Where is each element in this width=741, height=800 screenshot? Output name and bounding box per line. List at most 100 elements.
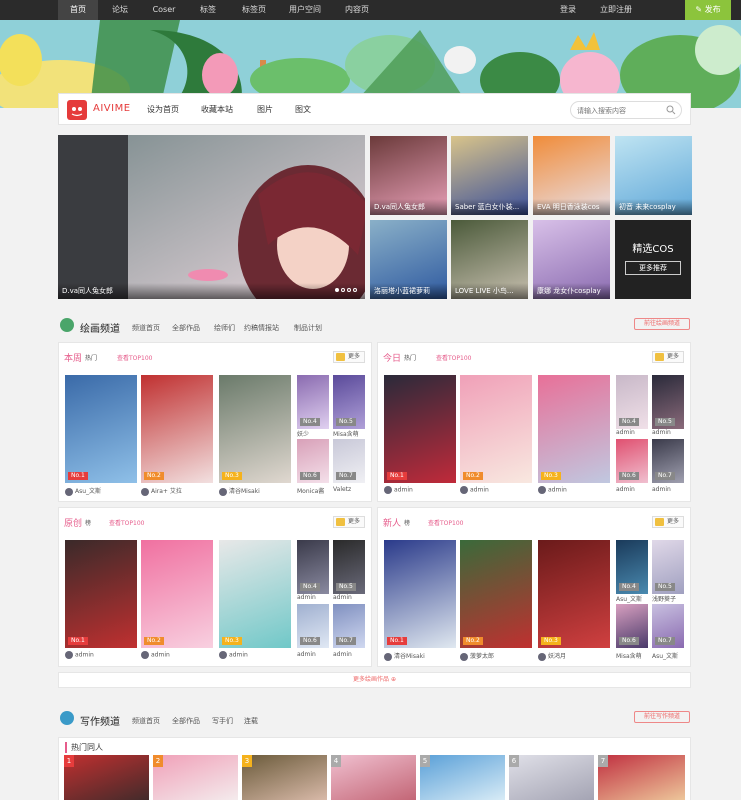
- artwork-card[interactable]: No.6: [616, 439, 648, 483]
- channel-home-link[interactable]: 频道首页: [132, 716, 160, 726]
- more-draw-works-button[interactable]: 更多绘画作品 ⊕: [58, 672, 691, 688]
- author-name[interactable]: admin: [333, 651, 352, 658]
- writing-card[interactable]: 5: [420, 755, 505, 800]
- author-name[interactable]: admin: [141, 651, 170, 659]
- image-text-link[interactable]: 图文: [295, 104, 311, 115]
- author-name[interactable]: Monica酱: [297, 486, 324, 495]
- artwork-card[interactable]: No.4: [616, 540, 648, 594]
- slide-thumb[interactable]: D.va同人兔女郎: [370, 136, 447, 215]
- logo-text[interactable]: AIVIME: [93, 103, 131, 114]
- images-link[interactable]: 图片: [257, 104, 273, 115]
- artwork-card[interactable]: No.2: [460, 540, 532, 648]
- channel-home-link[interactable]: 频道首页: [132, 323, 160, 333]
- top100-link[interactable]: 查看TOP100: [117, 353, 152, 362]
- publish-button[interactable]: ✎ 发布: [685, 0, 731, 20]
- go-draw-channel-button[interactable]: 前往绘画频道: [634, 318, 690, 330]
- artwork-card[interactable]: No.7: [652, 439, 684, 483]
- more-button[interactable]: 更多: [333, 351, 365, 363]
- author-name[interactable]: admin: [652, 429, 671, 436]
- author-name[interactable]: 清谷Misaki: [219, 486, 260, 496]
- artwork-card[interactable]: No.6: [297, 604, 329, 648]
- set-homepage-link[interactable]: 设为首页: [147, 104, 179, 115]
- artwork-card[interactable]: No.7: [652, 604, 684, 648]
- main-slide[interactable]: D.va同人兔女郎: [58, 135, 365, 299]
- artwork-card[interactable]: No.4: [297, 375, 329, 429]
- top100-link[interactable]: 查看TOP100: [109, 518, 144, 527]
- search-input[interactable]: [577, 105, 665, 116]
- artwork-card[interactable]: No.5: [333, 375, 365, 429]
- bookmark-link[interactable]: 收藏本站: [201, 104, 233, 115]
- author-name[interactable]: 清谷Misaki: [384, 651, 425, 661]
- register-link[interactable]: 立即注册: [594, 0, 638, 20]
- login-link[interactable]: 登录: [552, 0, 584, 20]
- artwork-card[interactable]: No.1: [384, 375, 456, 483]
- author-name[interactable]: 浅野葵子: [652, 594, 676, 603]
- author-name[interactable]: admin: [460, 486, 489, 494]
- author-name[interactable]: admin: [219, 651, 248, 659]
- writers-link[interactable]: 写手们: [212, 716, 233, 726]
- author-name[interactable]: admin: [65, 651, 94, 659]
- product-plan-link[interactable]: 制品计划: [294, 323, 322, 333]
- artwork-card[interactable]: No.4: [616, 375, 648, 429]
- artwork-card[interactable]: No.1: [65, 375, 137, 483]
- all-works-link[interactable]: 全部作品: [172, 716, 200, 726]
- artwork-card[interactable]: No.4: [297, 540, 329, 594]
- artwork-card[interactable]: No.1: [384, 540, 456, 648]
- artwork-card[interactable]: No.5: [652, 540, 684, 594]
- more-button[interactable]: 更多: [652, 351, 684, 363]
- artwork-card[interactable]: No.2: [141, 540, 213, 648]
- more-button[interactable]: 更多: [333, 516, 365, 528]
- nav-forum[interactable]: 论坛: [100, 0, 140, 20]
- author-name[interactable]: admin: [333, 594, 352, 601]
- author-name[interactable]: admin: [384, 486, 413, 494]
- nav-tag-page[interactable]: 标签页: [232, 0, 276, 20]
- author-name[interactable]: admin: [297, 594, 316, 601]
- slide-thumb[interactable]: 洛丽塔小蓝裙萝莉: [370, 220, 447, 299]
- artwork-card[interactable]: No.3: [538, 375, 610, 483]
- artwork-card[interactable]: No.6: [616, 604, 648, 648]
- artwork-card[interactable]: No.2: [141, 375, 213, 483]
- artwork-card[interactable]: No.7: [333, 604, 365, 648]
- slide-thumb[interactable]: Saber 蓝白女仆装...: [451, 136, 528, 215]
- author-name[interactable]: admin: [297, 651, 316, 658]
- nav-coser[interactable]: Coser: [144, 0, 184, 20]
- top100-link[interactable]: 查看TOP100: [428, 518, 463, 527]
- writing-card[interactable]: 1: [64, 755, 149, 800]
- artwork-card[interactable]: No.3: [538, 540, 610, 648]
- author-name[interactable]: Valetz: [333, 486, 351, 493]
- artwork-card[interactable]: No.5: [652, 375, 684, 429]
- slide-thumb[interactable]: EVA 明日香泳装cos: [533, 136, 610, 215]
- artwork-card[interactable]: No.1: [65, 540, 137, 648]
- artwork-card[interactable]: No.5: [333, 540, 365, 594]
- author-name[interactable]: 妖少: [297, 429, 309, 438]
- author-name[interactable]: Asu_文斯: [652, 651, 678, 660]
- author-name[interactable]: Asu_文斯: [65, 486, 101, 496]
- all-works-link[interactable]: 全部作品: [172, 323, 200, 333]
- author-name[interactable]: 妖鸿月: [538, 651, 566, 661]
- top100-link[interactable]: 查看TOP100: [436, 353, 471, 362]
- search-icon[interactable]: [666, 105, 676, 115]
- author-name[interactable]: admin: [538, 486, 567, 494]
- nav-user-space[interactable]: 用户空间: [280, 0, 330, 20]
- commission-link[interactable]: 约稿情报站: [244, 323, 279, 333]
- writing-card[interactable]: 7: [598, 755, 685, 800]
- slide-dots[interactable]: [333, 285, 357, 294]
- author-name[interactable]: Aira+ 艾拉: [141, 486, 182, 496]
- artwork-card[interactable]: No.2: [460, 375, 532, 483]
- nav-content-page[interactable]: 内容页: [334, 0, 380, 20]
- more-recommend-button[interactable]: 更多推荐: [625, 261, 681, 275]
- slide-thumb[interactable]: 康娜 龙女仆cosplay: [533, 220, 610, 299]
- artists-link[interactable]: 绘师们: [214, 323, 235, 333]
- nav-tags[interactable]: 标签: [188, 0, 228, 20]
- artwork-card[interactable]: No.3: [219, 540, 291, 648]
- artwork-card[interactable]: No.6: [297, 439, 329, 483]
- author-name[interactable]: admin: [652, 486, 671, 493]
- slide-thumb[interactable]: 初音 未来cosplay: [615, 136, 692, 215]
- slide-thumb[interactable]: LOVE LIVE 小鸟...: [451, 220, 528, 299]
- go-write-channel-button[interactable]: 前往写作频道: [634, 711, 690, 723]
- author-name[interactable]: Misa含萌: [616, 651, 642, 660]
- writing-card[interactable]: 6: [509, 755, 594, 800]
- author-name[interactable]: Asu_文斯: [616, 594, 642, 603]
- logo-icon[interactable]: [67, 100, 87, 120]
- serial-link[interactable]: 连载: [244, 716, 258, 726]
